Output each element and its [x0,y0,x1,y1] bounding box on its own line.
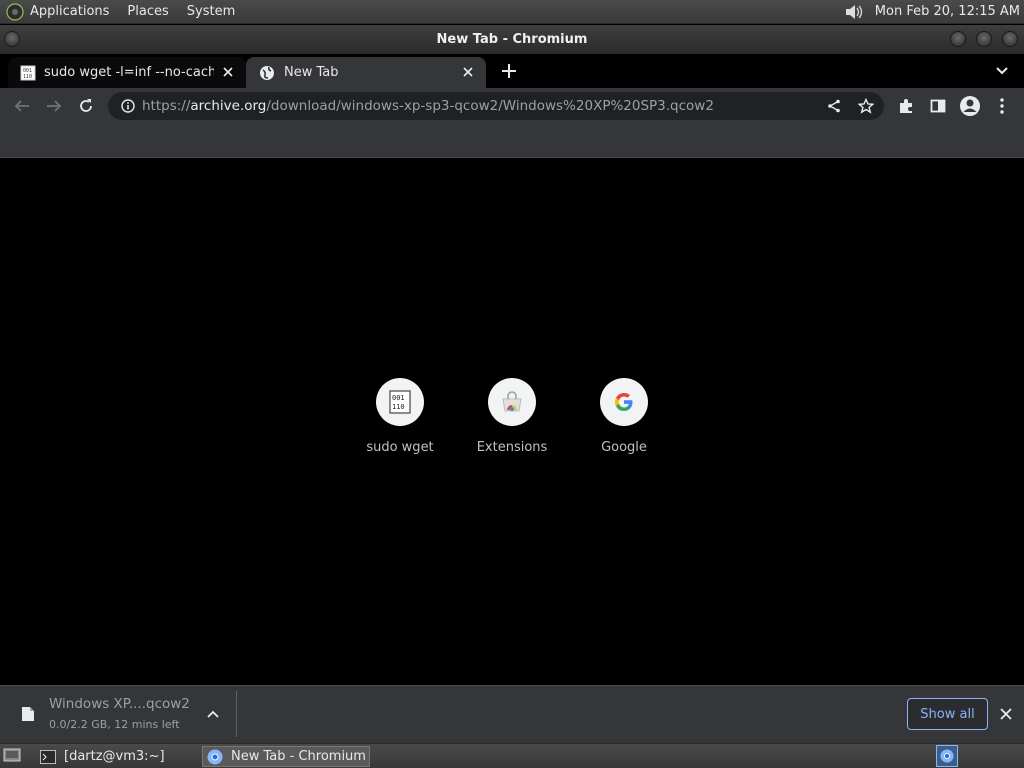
close-icon[interactable] [220,64,236,80]
web-store-icon [488,378,536,426]
binary-file-icon: 001 110 [376,378,424,426]
panel-tray: Mon Feb 20, 12:15 AM [843,3,1024,21]
google-g-icon [600,378,648,426]
close-icon[interactable] [994,702,1018,726]
menu-kebab-icon[interactable] [990,94,1014,118]
svg-text:110: 110 [392,403,405,411]
shortcut-sudo-wget[interactable]: 001 110 sudo wget [344,378,456,455]
forward-arrow-icon[interactable] [42,94,66,118]
shortcut-label: Extensions [476,440,548,455]
url-path: /download/windows-xp-sp3-qcow2/Windows%2… [266,98,714,114]
system-menu[interactable]: System [187,4,235,19]
globe-icon [259,65,275,81]
back-arrow-icon[interactable] [10,94,34,118]
site-info-icon[interactable] [116,94,140,118]
new-tab-page: 001 110 sudo wget Extensions Google [0,158,1024,685]
close-icon[interactable] [460,64,476,80]
top-panel: Applications Places System Mon Feb 20, 1… [0,0,1024,24]
taskbar-item-chromium[interactable]: New Tab - Chromium [202,746,370,767]
places-menu[interactable]: Places [127,4,168,19]
tab-search-icon[interactable] [990,59,1014,83]
svg-text:001: 001 [392,394,405,402]
show-desktop-icon[interactable] [2,745,22,765]
shortcut-extensions[interactable]: Extensions [456,378,568,455]
address-url: https://archive.org/download/windows-xp-… [142,98,714,114]
window-title: New Tab - Chromium [436,32,588,47]
shortcut-label: Google [601,440,647,455]
download-shelf: Windows XP....qcow2 0.0/2.2 GB, 12 mins … [0,685,1024,743]
bookmark-star-icon[interactable] [854,94,878,118]
minimize-button[interactable] [950,31,966,47]
tab-label: New Tab [284,65,339,80]
terminal-icon [40,749,56,764]
maximize-button[interactable] [976,31,992,47]
url-scheme: https:// [142,98,191,114]
profile-avatar-icon[interactable] [958,94,982,118]
close-window-button[interactable] [1002,31,1018,47]
binary-file-icon: 001 110 [20,65,36,81]
show-all-button[interactable]: Show all [907,698,988,730]
workspace-switcher[interactable] [936,745,958,767]
side-panel-icon[interactable] [926,94,950,118]
new-tab-button[interactable] [497,59,521,83]
file-icon [16,702,40,726]
share-icon[interactable] [822,94,846,118]
chromium-icon [207,749,223,765]
reload-icon[interactable] [74,94,98,118]
speaker-icon[interactable] [843,3,865,21]
bookmark-bar [0,124,1024,158]
taskbar-item-terminal[interactable]: [dartz@vm3:~] [36,746,198,767]
window-titlebar[interactable]: New Tab - Chromium [0,25,1024,54]
panel-clock[interactable]: Mon Feb 20, 12:15 AM [875,4,1020,19]
tab-sudo-wget[interactable]: 001110 sudo wget -l=inf --no-cache - [8,57,246,88]
panel-menus: Applications Places System [30,0,253,24]
extensions-icon[interactable] [894,94,918,118]
tab-strip: 001110 sudo wget -l=inf --no-cache - New… [0,54,1024,88]
gnome-foot-icon[interactable] [6,2,24,21]
svg-text:110: 110 [23,74,32,80]
taskbar-label: [dartz@vm3:~] [64,749,165,764]
applications-menu[interactable]: Applications [30,4,109,19]
url-host: archive.org [190,98,267,114]
shortcut-label: sudo wget [366,440,434,455]
shelf-divider [236,691,237,737]
shortcut-google[interactable]: Google [568,378,680,455]
bottom-taskbar: [dartz@vm3:~] New Tab - Chromium [0,743,1024,768]
taskbar-label: New Tab - Chromium [231,749,366,764]
chevron-up-icon[interactable] [201,702,225,726]
address-bar[interactable]: https://archive.org/download/windows-xp-… [108,92,884,120]
download-filename[interactable]: Windows XP....qcow2 [49,696,190,712]
tab-label: sudo wget -l=inf --no-cache - [44,65,214,80]
download-status: 0.0/2.2 GB, 12 mins left [49,718,180,731]
tab-new-tab[interactable]: New Tab [246,57,486,88]
